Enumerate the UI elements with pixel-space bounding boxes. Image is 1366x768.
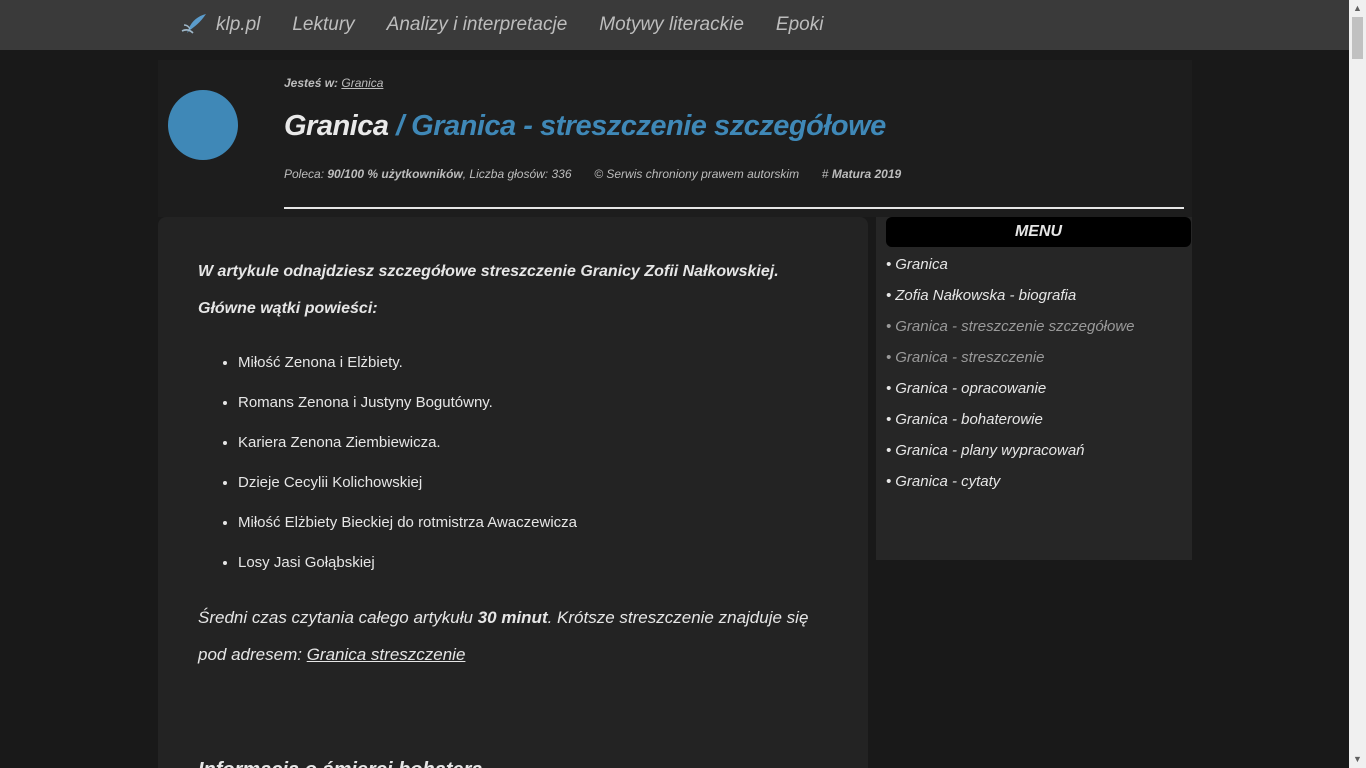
sidebar-menu: MENU • Granica • Zofia Nałkowska - biograf… [876,217,1192,560]
top-navigation-bar: klp.pl Lektury Analizy i interpretacje M… [0,0,1349,50]
reading-prefix: Średni czas czytania całego artykułu [198,608,478,627]
nav-link-lektury[interactable]: Lektury [292,14,354,36]
reading-time: 30 minut [477,608,548,627]
sidebar-item-label[interactable]: Zofia Nałkowska - biografia [895,287,1076,304]
menu-list: • Granica • Zofia Nałkowska - biografia • G… [886,256,1135,504]
meta-poleca-label: Poleca: [284,167,325,181]
breadcrumb-label: Jesteś w: [284,76,339,90]
page-title-main: Granica [284,110,389,142]
short-summary-link[interactable]: Granica streszczenie [307,645,466,664]
sidebar-item-biografia[interactable]: • Zofia Nałkowska - biografia [886,287,1135,318]
article-content: W artykule odnajdziesz szczegółowe stres… [158,217,868,768]
bullet-icon: • [886,256,892,273]
sidebar-item-label[interactable]: Granica - bohaterowie [895,411,1043,428]
bullet-icon: • [886,473,892,490]
nav-link-epoki[interactable]: Epoki [776,14,824,36]
scroll-up-icon[interactable]: ▲ [1349,0,1366,17]
nav-link-motywy[interactable]: Motywy literackie [599,14,744,36]
sidebar-item-bohaterowie[interactable]: • Granica - bohaterowie [886,411,1135,442]
nav-link-analizy[interactable]: Analizy i interpretacje [387,14,568,36]
list-item: Romans Zenona i Justyny Bogutówny. [238,383,828,423]
site-logo-text: klp.pl [216,14,261,35]
sidebar-item-opracowanie[interactable]: • Granica - opracowanie [886,380,1135,411]
sidebar-item-label[interactable]: Granica [895,256,948,273]
bullet-icon: • [886,411,892,428]
breadcrumb: Jesteś w: Granica [284,76,383,90]
sidebar-item-label[interactable]: Granica - opracowanie [895,380,1046,397]
bullet-icon: • [886,318,892,335]
bullet-icon: • [886,380,892,397]
breadcrumb-link-granica[interactable]: Granica [341,76,383,90]
sidebar-item-label[interactable]: Granica - cytaty [895,473,1000,490]
meta-copyright: © Serwis chroniony prawem autorskim [594,167,800,181]
sidebar-item-plany[interactable]: • Granica - plany wypracowań [886,442,1135,473]
page-title-sub: / Granica - streszczenie szczegółowe [396,110,886,142]
article-meta: Poleca: 90/100 % użytkowników, Liczba gł… [284,167,901,181]
sidebar-item-label[interactable]: Granica - plany wypracowań [895,442,1084,459]
sidebar-item-label[interactable]: Granica - streszczenie szczegółowe [895,318,1134,335]
page-scrollbar[interactable]: ▲ ▼ [1349,0,1366,768]
list-item: Losy Jasi Gołąbskiej [238,543,828,583]
bullet-icon: • [886,287,892,304]
bullet-icon: • [886,349,892,366]
sidebar-item-streszczenie-szczegolowe[interactable]: • Granica - streszczenie szczegółowe [886,318,1135,349]
page-title: Granica / Granica - streszczenie szczegó… [284,110,886,143]
threads-list: Miłość Zenona i Elżbiety. Romans Zenona … [238,343,828,583]
article-avatar [168,90,238,160]
scrollbar-thumb[interactable] [1352,17,1363,59]
sidebar-item-granica[interactable]: • Granica [886,256,1135,287]
feather-logo-icon [181,14,206,34]
scroll-down-icon[interactable]: ▼ [1349,751,1366,768]
list-item: Kariera Zenona Ziembiewicza. [238,423,828,463]
site-logo-link[interactable]: klp.pl [180,13,260,37]
sidebar-item-streszczenie[interactable]: • Granica - streszczenie [886,349,1135,380]
meta-votes: , Liczba głosów: 336 [462,167,572,181]
header-divider [284,207,1184,209]
list-item: Miłość Zenona i Elżbiety. [238,343,828,383]
section-title: Informacja o śmierci bohatera [198,759,828,768]
article-lead: W artykule odnajdziesz szczegółowe stres… [198,263,779,280]
sidebar-item-label[interactable]: Granica - streszczenie [895,349,1044,366]
main-nav: klp.pl Lektury Analizy i interpretacje M… [180,0,855,50]
reading-time-paragraph: Średni czas czytania całego artykułu 30 … [198,599,828,673]
meta-poleca-value: 90/100 % użytkowników [327,167,463,181]
list-item: Miłość Elżbiety Bieckiej do rotmistrza A… [238,503,828,543]
bullet-icon: • [886,442,892,459]
meta-tag-hash: # [821,167,829,181]
threads-heading: Główne wątki powieści: [198,300,378,317]
menu-title: MENU [886,217,1191,247]
sidebar-item-cytaty[interactable]: • Granica - cytaty [886,473,1135,504]
list-item: Dzieje Cecylii Kolichowskiej [238,463,828,503]
article-header: Jesteś w: Granica Granica / Granica - st… [158,60,1192,217]
meta-tag-link[interactable]: Matura 2019 [832,167,901,181]
